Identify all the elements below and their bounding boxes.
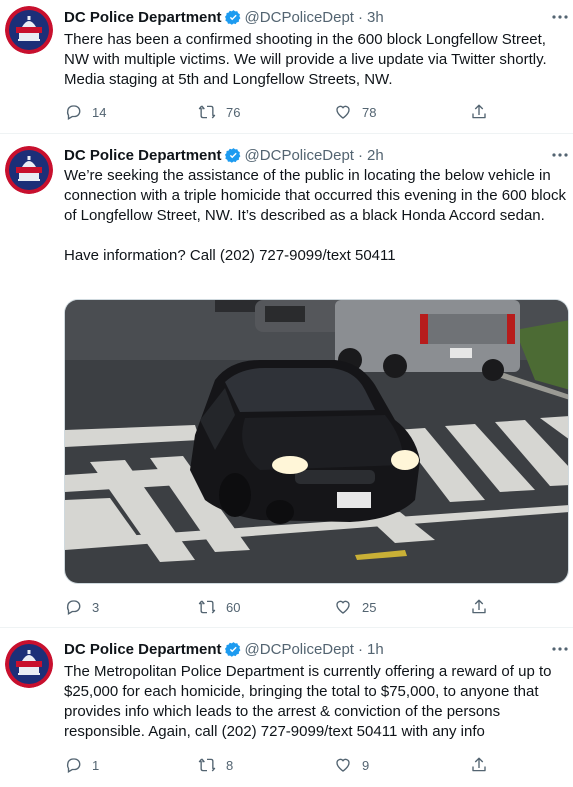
vehicle-photo	[65, 300, 568, 583]
reply-button[interactable]: 1	[64, 755, 99, 775]
avatar[interactable]	[5, 640, 53, 688]
like-button[interactable]: 9	[334, 755, 369, 775]
reply-icon	[66, 105, 81, 120]
account-name[interactable]: DC Police Department	[64, 641, 222, 658]
share-icon	[472, 104, 486, 119]
verified-badge-icon	[224, 9, 242, 26]
tweet-header: DC Police Department @DCPoliceDept · 3h	[64, 6, 384, 28]
reply-count: 3	[92, 599, 100, 615]
verified-badge-icon	[224, 641, 242, 658]
tweet-3[interactable]: DC Police Department @DCPoliceDept · 1h …	[0, 628, 573, 787]
retweet-button[interactable]: 8	[198, 755, 233, 775]
tweet-2[interactable]: DC Police Department @DCPoliceDept · 2h …	[0, 134, 573, 626]
share-icon	[472, 757, 486, 772]
reply-count: 1	[92, 757, 100, 773]
retweet-icon	[198, 600, 216, 614]
tweet-text: We’re seeking the assistance of the publ…	[64, 167, 566, 264]
tweet-image[interactable]	[64, 299, 569, 584]
like-count: 25	[362, 599, 377, 615]
verified-badge-icon	[224, 147, 242, 164]
tweet-1[interactable]: DC Police Department @DCPoliceDept · 3h …	[0, 0, 573, 133]
retweet-button[interactable]: 60	[198, 597, 240, 617]
account-handle[interactable]: @DCPoliceDept	[245, 9, 354, 26]
share-button[interactable]	[470, 755, 488, 775]
reply-count: 14	[92, 104, 107, 120]
retweet-count: 60	[226, 599, 241, 615]
like-icon	[336, 600, 350, 614]
separator-dot: ·	[357, 640, 363, 658]
like-icon	[336, 758, 350, 772]
account-handle[interactable]: @DCPoliceDept	[245, 147, 354, 164]
tweet-text: There has been a confirmed shooting in t…	[64, 31, 551, 88]
account-name[interactable]: DC Police Department	[64, 9, 222, 26]
retweet-icon	[198, 758, 216, 772]
reply-icon	[66, 758, 81, 773]
more-icon[interactable]	[550, 642, 570, 656]
share-button[interactable]	[470, 597, 488, 617]
avatar[interactable]	[5, 146, 53, 194]
reply-button[interactable]: 3	[64, 597, 99, 617]
like-count: 78	[362, 104, 377, 120]
tweet-timestamp[interactable]: 2h	[367, 147, 384, 164]
like-count: 9	[362, 757, 370, 773]
more-icon[interactable]	[550, 10, 570, 24]
like-icon	[336, 105, 350, 119]
tweet-actions: 14 76 78	[64, 102, 486, 122]
like-button[interactable]: 25	[334, 597, 376, 617]
avatar[interactable]	[5, 6, 53, 54]
separator-dot: ·	[357, 146, 363, 164]
retweet-count: 76	[226, 104, 241, 120]
tweet-text: The Metropolitan Police Department is cu…	[64, 663, 556, 740]
more-icon[interactable]	[550, 148, 570, 162]
account-name[interactable]: DC Police Department	[64, 147, 222, 164]
tweet-timestamp[interactable]: 3h	[367, 9, 384, 26]
share-button[interactable]	[470, 102, 488, 122]
share-icon	[472, 599, 486, 614]
retweet-button[interactable]: 76	[198, 102, 240, 122]
tweet-actions: 1 8 9	[64, 755, 486, 775]
tweet-actions: 3 60 25	[64, 597, 486, 617]
like-button[interactable]: 78	[334, 102, 376, 122]
tweet-header: DC Police Department @DCPoliceDept · 2h	[64, 144, 384, 166]
retweet-count: 8	[226, 757, 234, 773]
retweet-icon	[198, 105, 216, 119]
tweet-header: DC Police Department @DCPoliceDept · 1h	[64, 638, 384, 660]
separator-dot: ·	[357, 8, 363, 26]
account-handle[interactable]: @DCPoliceDept	[245, 641, 354, 658]
tweet-timestamp[interactable]: 1h	[367, 641, 384, 658]
reply-icon	[66, 600, 81, 615]
reply-button[interactable]: 14	[64, 102, 106, 122]
